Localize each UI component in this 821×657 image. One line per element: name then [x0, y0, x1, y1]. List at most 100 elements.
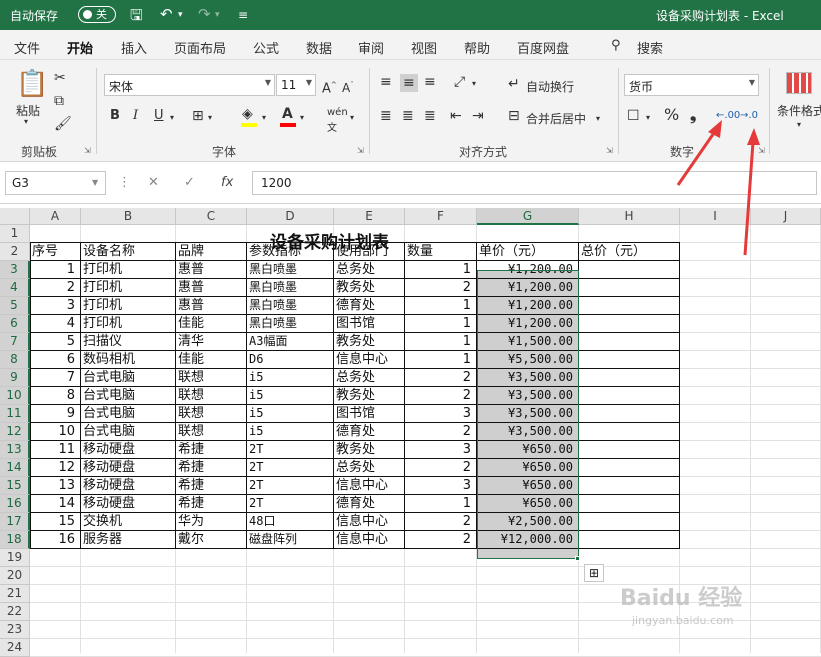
row-header-18[interactable]: 18: [0, 531, 30, 549]
table-cell[interactable]: 联想: [178, 387, 245, 404]
bold-button[interactable]: B: [110, 108, 120, 124]
row-header-14[interactable]: 14: [0, 459, 30, 477]
header-cell[interactable]: 设备名称: [83, 243, 174, 260]
table-cell[interactable]: 1: [407, 315, 475, 332]
table-cell[interactable]: 13: [32, 477, 79, 494]
table-cell[interactable]: 12: [32, 459, 79, 476]
align-bottom-icon[interactable]: ≡: [424, 74, 436, 90]
row-header-4[interactable]: 4: [0, 279, 30, 297]
row-header-6[interactable]: 6: [0, 315, 30, 333]
redo-icon[interactable]: ↷: [198, 5, 211, 23]
accounting-format-icon[interactable]: ☐: [627, 108, 640, 124]
table-cell[interactable]: 台式电脑: [83, 405, 174, 422]
table-cell[interactable]: 2: [32, 279, 79, 296]
increase-font-size-icon[interactable]: A^: [322, 77, 337, 97]
table-cell[interactable]: 1: [407, 351, 475, 368]
table-cell[interactable]: 2: [407, 369, 475, 386]
tab-file[interactable]: 文件: [14, 38, 40, 57]
table-cell[interactable]: 总务处: [336, 369, 403, 386]
table-cell[interactable]: 打印机: [83, 315, 174, 332]
table-cell[interactable]: i5: [249, 423, 332, 440]
row-header-19[interactable]: 19: [0, 549, 30, 567]
header-cell[interactable]: 数量: [407, 243, 475, 260]
table-cell[interactable]: 移动硬盘: [83, 477, 174, 494]
row-header-24[interactable]: 24: [0, 639, 30, 657]
header-cell[interactable]: 参数指标: [249, 243, 332, 260]
row-header-1[interactable]: 1: [0, 225, 30, 243]
table-cell[interactable]: 服务器: [83, 531, 174, 548]
name-box[interactable]: G3: [5, 171, 106, 195]
autosave-toggle[interactable]: 关: [78, 6, 116, 23]
table-cell[interactable]: 8: [32, 387, 79, 404]
table-cell[interactable]: 黑白喷墨: [249, 315, 332, 332]
column-header-c[interactable]: C: [176, 208, 247, 225]
border-dropdown-icon[interactable]: ▾: [208, 110, 212, 126]
row-header-17[interactable]: 17: [0, 513, 30, 531]
column-header-b[interactable]: B: [81, 208, 176, 225]
conditional-format-icon[interactable]: [786, 72, 812, 94]
header-cell[interactable]: 序号: [32, 243, 79, 260]
table-cell[interactable]: 5: [32, 333, 79, 350]
phonetic-icon[interactable]: wén 文: [327, 105, 348, 137]
table-cell[interactable]: 2: [407, 459, 475, 476]
decrease-indent-icon[interactable]: ⇤: [450, 108, 462, 124]
table-cell[interactable]: 16: [32, 531, 79, 548]
table-cell[interactable]: 教务处: [336, 333, 403, 350]
orientation-icon[interactable]: ⤢: [454, 74, 465, 90]
column-header-d[interactable]: D: [247, 208, 334, 225]
insert-function-button[interactable]: fx: [221, 175, 233, 190]
search-icon[interactable]: ⚲: [611, 38, 621, 53]
tab-baidu-netdisk[interactable]: 百度网盘: [517, 38, 569, 57]
customize-toolbar-icon[interactable]: ≡: [238, 8, 248, 22]
row-header-16[interactable]: 16: [0, 495, 30, 513]
table-cell[interactable]: 2T: [249, 459, 332, 476]
table-cell[interactable]: A3幅面: [249, 333, 332, 350]
table-cell[interactable]: 3: [407, 405, 475, 422]
enter-icon[interactable]: ✓: [184, 175, 195, 190]
row-header-13[interactable]: 13: [0, 441, 30, 459]
cut-icon[interactable]: ✂: [54, 70, 66, 86]
table-cell[interactable]: 信息中心: [336, 477, 403, 494]
underline-button[interactable]: U: [154, 108, 164, 124]
column-header-g[interactable]: G: [477, 208, 579, 225]
table-cell[interactable]: i5: [249, 387, 332, 404]
table-cell[interactable]: 2: [407, 387, 475, 404]
fill-handle[interactable]: [575, 556, 580, 561]
column-header-f[interactable]: F: [405, 208, 477, 225]
tab-help[interactable]: 帮助: [464, 38, 490, 57]
header-cell[interactable]: 使用部门: [336, 243, 403, 260]
accounting-dropdown-icon[interactable]: ▾: [646, 110, 650, 126]
table-cell[interactable]: 48口: [249, 513, 332, 530]
column-header-a[interactable]: A: [30, 208, 81, 225]
table-cell[interactable]: 台式电脑: [83, 423, 174, 440]
table-cell[interactable]: 德育处: [336, 423, 403, 440]
redo-dropdown-icon[interactable]: ▾: [215, 10, 220, 20]
table-cell[interactable]: 1: [407, 495, 475, 512]
table-cell[interactable]: 佳能: [178, 315, 245, 332]
italic-button[interactable]: I: [133, 108, 138, 124]
table-cell[interactable]: 教务处: [336, 441, 403, 458]
table-cell[interactable]: 2: [407, 513, 475, 530]
table-cell[interactable]: 打印机: [83, 297, 174, 314]
orientation-dropdown-icon[interactable]: ▾: [472, 76, 476, 92]
table-cell[interactable]: 总务处: [336, 261, 403, 278]
font-size-select[interactable]: 11 ▼: [276, 74, 316, 96]
table-cell[interactable]: 2: [407, 279, 475, 296]
row-header-5[interactable]: 5: [0, 297, 30, 315]
font-name-select[interactable]: 宋体 ▼: [104, 74, 275, 96]
table-cell[interactable]: 2: [407, 531, 475, 548]
row-header-23[interactable]: 23: [0, 621, 30, 639]
table-cell[interactable]: 华为: [178, 513, 245, 530]
table-cell[interactable]: 6: [32, 351, 79, 368]
table-cell[interactable]: 德育处: [336, 495, 403, 512]
merge-dropdown-icon[interactable]: ▾: [596, 111, 600, 127]
table-cell[interactable]: 交换机: [83, 513, 174, 530]
tab-page-layout[interactable]: 页面布局: [174, 38, 226, 57]
table-cell[interactable]: 10: [32, 423, 79, 440]
merge-center-icon[interactable]: ⊟: [508, 108, 520, 124]
table-cell[interactable]: 惠普: [178, 297, 245, 314]
font-color-dropdown-icon[interactable]: ▾: [300, 110, 304, 126]
clipboard-launcher-icon[interactable]: ⇲: [84, 146, 91, 155]
table-cell[interactable]: i5: [249, 369, 332, 386]
table-cell[interactable]: 移动硬盘: [83, 459, 174, 476]
